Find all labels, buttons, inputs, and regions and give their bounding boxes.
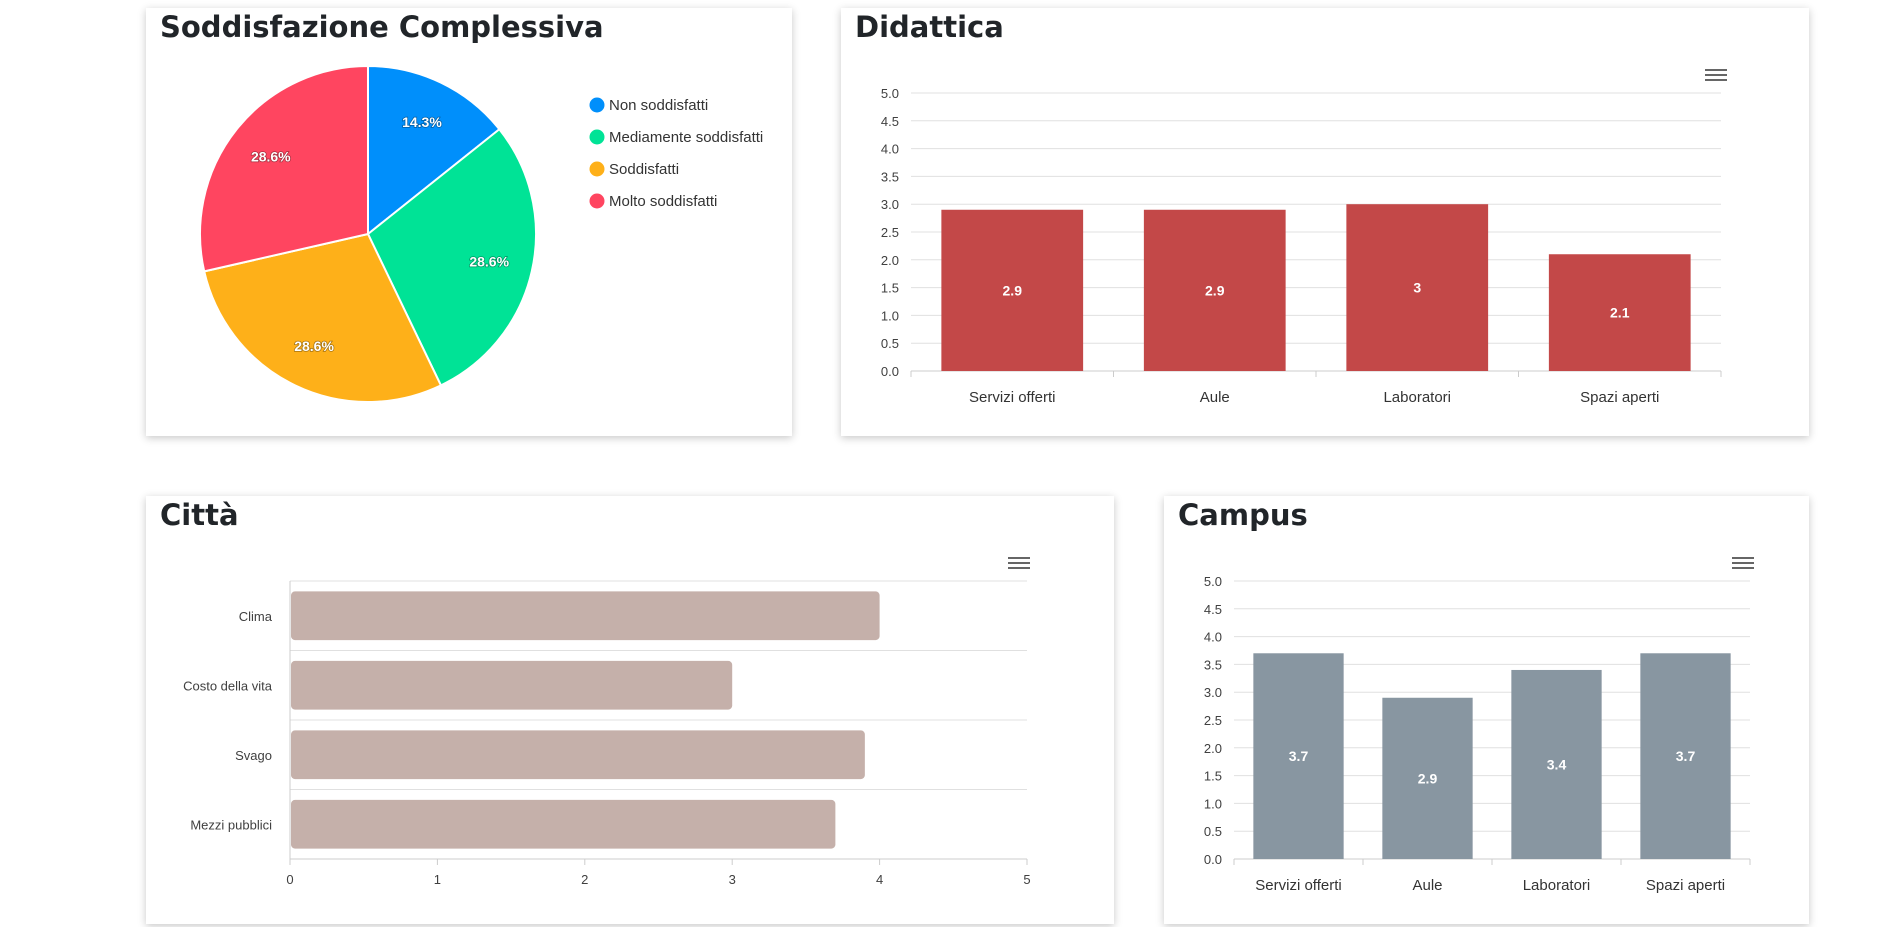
bar — [291, 730, 865, 780]
y-tick-label: 4.0 — [1204, 630, 1222, 645]
x-category-label: Aule — [1200, 389, 1230, 406]
bar-data-label: 2.9 — [1003, 282, 1023, 298]
bar — [291, 660, 733, 710]
horizontal-bar-chart: 0 1 2 3 4 5 Clima Costo della vita Svago Mezzi pu… — [183, 580, 1031, 887]
y-tick-label: 2.5 — [881, 225, 899, 240]
bar-data-label: 2.9 — [1418, 770, 1438, 786]
y-tick-label: 4.0 — [881, 142, 899, 157]
y-tick-label: 3.0 — [1204, 685, 1222, 700]
x-category-label: Aule — [1412, 877, 1442, 894]
x-category-label: Spazi aperti — [1646, 877, 1725, 894]
x-category-label: Laboratori — [1383, 389, 1451, 406]
bar-data-label: 3.7 — [1289, 748, 1309, 764]
y-tick-label: 2.5 — [1204, 713, 1222, 728]
bar-chart: 0.0 0.5 1.0 1.5 2.0 2.5 3.0 3.5 4.0 4.5 5.0 2.9 Serv… — [881, 86, 1722, 406]
bar-data-label: 2.1 — [1610, 305, 1630, 321]
x-tick-label: 0 — [286, 872, 293, 887]
legend-marker — [589, 193, 605, 209]
legend-label: Non soddisfatti — [609, 97, 708, 114]
legend-marker — [589, 129, 605, 145]
y-category-label: Mezzi pubblici — [190, 817, 272, 832]
legend-label: Mediamente soddisfatti — [609, 129, 763, 146]
citta-card: Città 0 1 2 3 4 5 Clima Costo della vita Svago Me… — [146, 496, 1114, 924]
y-tick-label: 0.5 — [881, 336, 899, 351]
x-category-label: Laboratori — [1523, 877, 1591, 894]
y-tick-label: 3.5 — [1204, 657, 1222, 672]
y-tick-label: 5.0 — [881, 86, 899, 101]
pie-slice — [199, 64, 369, 273]
legend-label: Molto soddisfatti — [609, 193, 717, 210]
y-tick-label: 3.5 — [881, 169, 899, 184]
y-tick-label: 3.0 — [881, 197, 899, 212]
y-tick-label: 4.5 — [881, 114, 899, 129]
y-tick-label: 2.0 — [881, 253, 899, 268]
y-tick-label: 5.0 — [1204, 574, 1222, 589]
pie-chart: 14.3% 28.6% 28.6% 28.6% Non soddisfatti Media… — [199, 64, 763, 403]
campus-card: Campus 0.0 0.5 1.0 1.5 2.0 2.5 3.0 3.5 4.0 4.5 5.0… — [1164, 496, 1809, 924]
bar-chart: 0.0 0.5 1.0 1.5 2.0 2.5 3.0 3.5 4.0 4.5 5.0 3.7 Serv… — [1204, 574, 1751, 894]
legend-marker — [589, 97, 605, 113]
y-category-label: Svago — [235, 748, 272, 763]
x-category-label: Spazi aperti — [1580, 389, 1659, 406]
bar-data-label: 3 — [1413, 280, 1421, 296]
y-category-label: Costo della vita — [183, 678, 273, 693]
x-tick-label: 3 — [729, 872, 736, 887]
y-category-label: Clima — [239, 609, 273, 624]
bar-data-label: 3.7 — [1676, 748, 1696, 764]
y-tick-label: 1.5 — [881, 281, 899, 296]
y-tick-label: 0.5 — [1204, 824, 1222, 839]
legend-marker — [589, 161, 605, 177]
legend-label: Soddisfatti — [609, 161, 679, 178]
y-tick-label: 1.0 — [881, 308, 899, 323]
y-tick-label: 0.0 — [881, 364, 899, 379]
x-category-label: Servizi offerti — [1255, 877, 1341, 894]
y-tick-label: 0.0 — [1204, 852, 1222, 867]
y-tick-label: 2.0 — [1204, 741, 1222, 756]
didattica-card: Didattica 0.0 0.5 1.0 1.5 2.0 2.5 3.0 3.5 4.0 4.5… — [841, 8, 1809, 436]
bar — [291, 799, 836, 849]
y-tick-label: 1.0 — [1204, 796, 1222, 811]
pie-data-label: 28.6% — [251, 148, 291, 164]
bar — [291, 591, 880, 641]
bar-data-label: 3.4 — [1547, 756, 1567, 772]
pie-data-label: 28.6% — [294, 338, 334, 354]
pie-data-label: 28.6% — [469, 254, 509, 270]
overall-satisfaction-card: Soddisfazione Complessiva 14.3% 28.6% 28.6… — [146, 8, 792, 436]
x-tick-label: 2 — [581, 872, 588, 887]
x-category-label: Servizi offerti — [969, 389, 1055, 406]
x-tick-label: 1 — [434, 872, 441, 887]
pie-data-label: 14.3% — [402, 114, 442, 130]
y-tick-label: 1.5 — [1204, 769, 1222, 784]
y-tick-label: 4.5 — [1204, 602, 1222, 617]
bar-data-label: 2.9 — [1205, 282, 1225, 298]
x-tick-label: 4 — [876, 872, 883, 887]
x-tick-label: 5 — [1023, 872, 1030, 887]
